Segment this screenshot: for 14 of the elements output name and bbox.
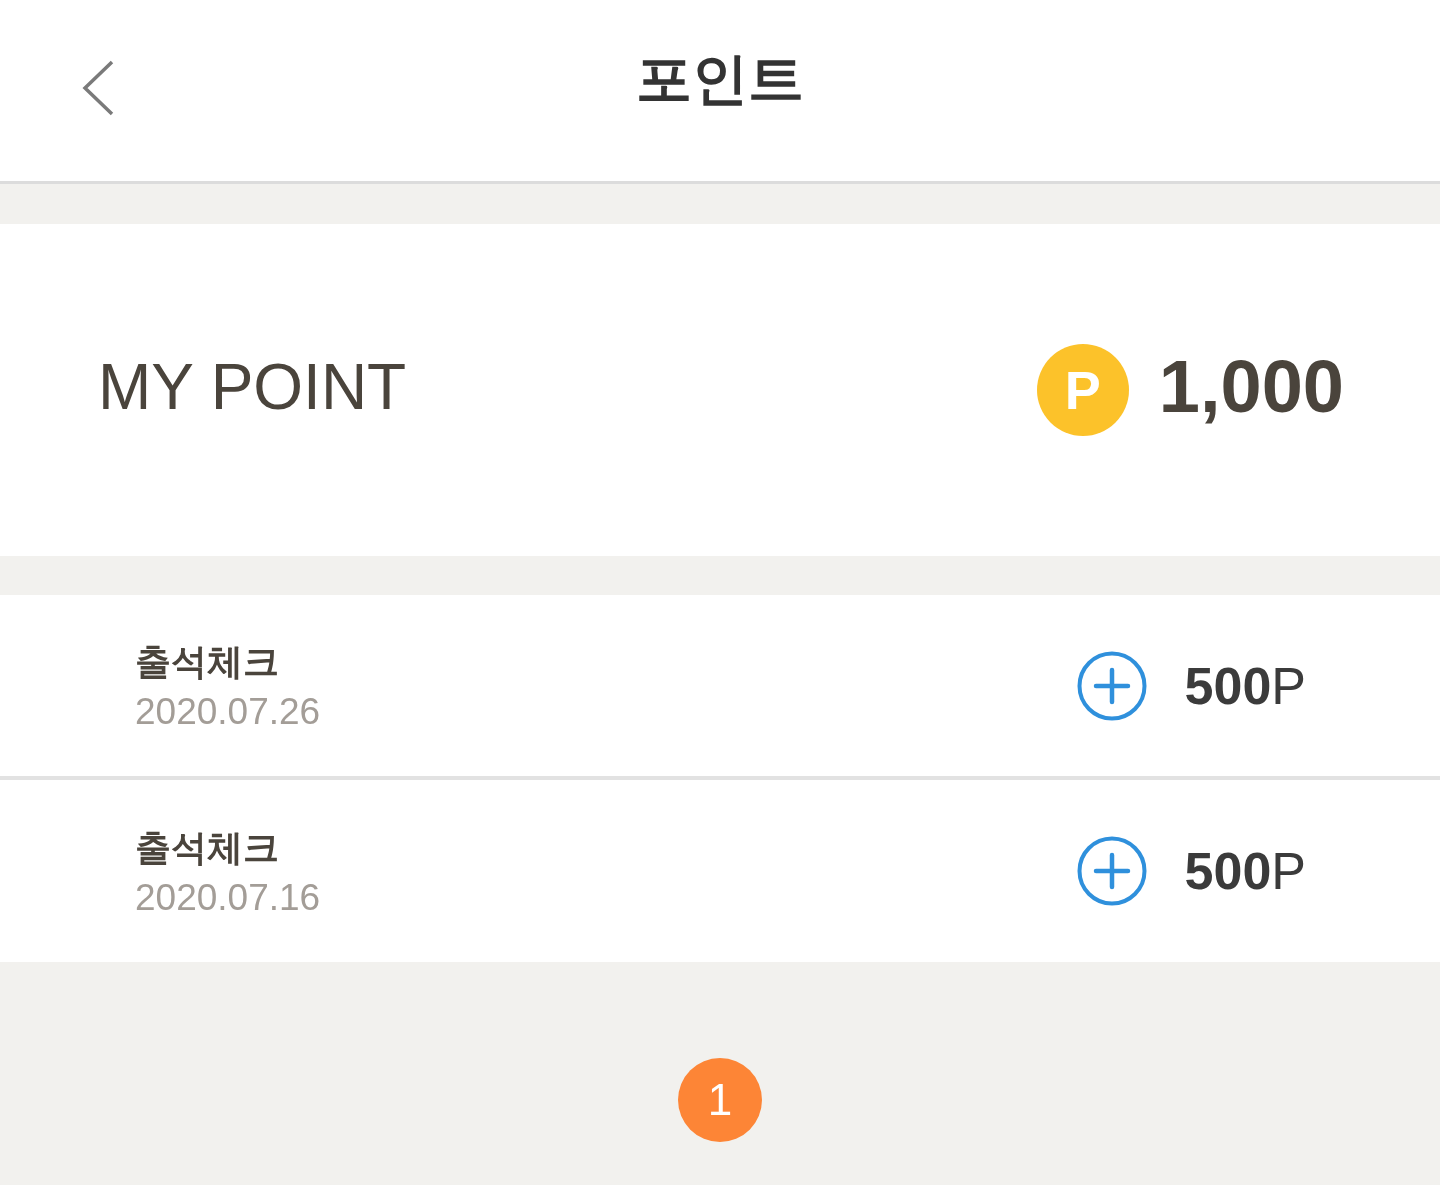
page-button[interactable]: 1: [678, 1058, 762, 1142]
history-amount: 500P: [1184, 841, 1306, 901]
history-date: 2020.07.16: [135, 876, 321, 919]
coin-icon: P: [1036, 344, 1129, 436]
history-amount: 500P: [1184, 655, 1306, 716]
plus-circle-icon: [1076, 650, 1147, 721]
chevron-left-icon: [82, 59, 114, 116]
point-total: 1,000: [1158, 343, 1344, 429]
history-date: 2020.07.26: [135, 691, 321, 733]
my-point-label: MY POINT: [98, 350, 407, 424]
page-title: 포인트: [635, 45, 805, 112]
history-title: 출석체크: [135, 825, 280, 870]
history-title: 출석체크: [135, 640, 280, 684]
plus-circle-icon: [1076, 836, 1147, 906]
